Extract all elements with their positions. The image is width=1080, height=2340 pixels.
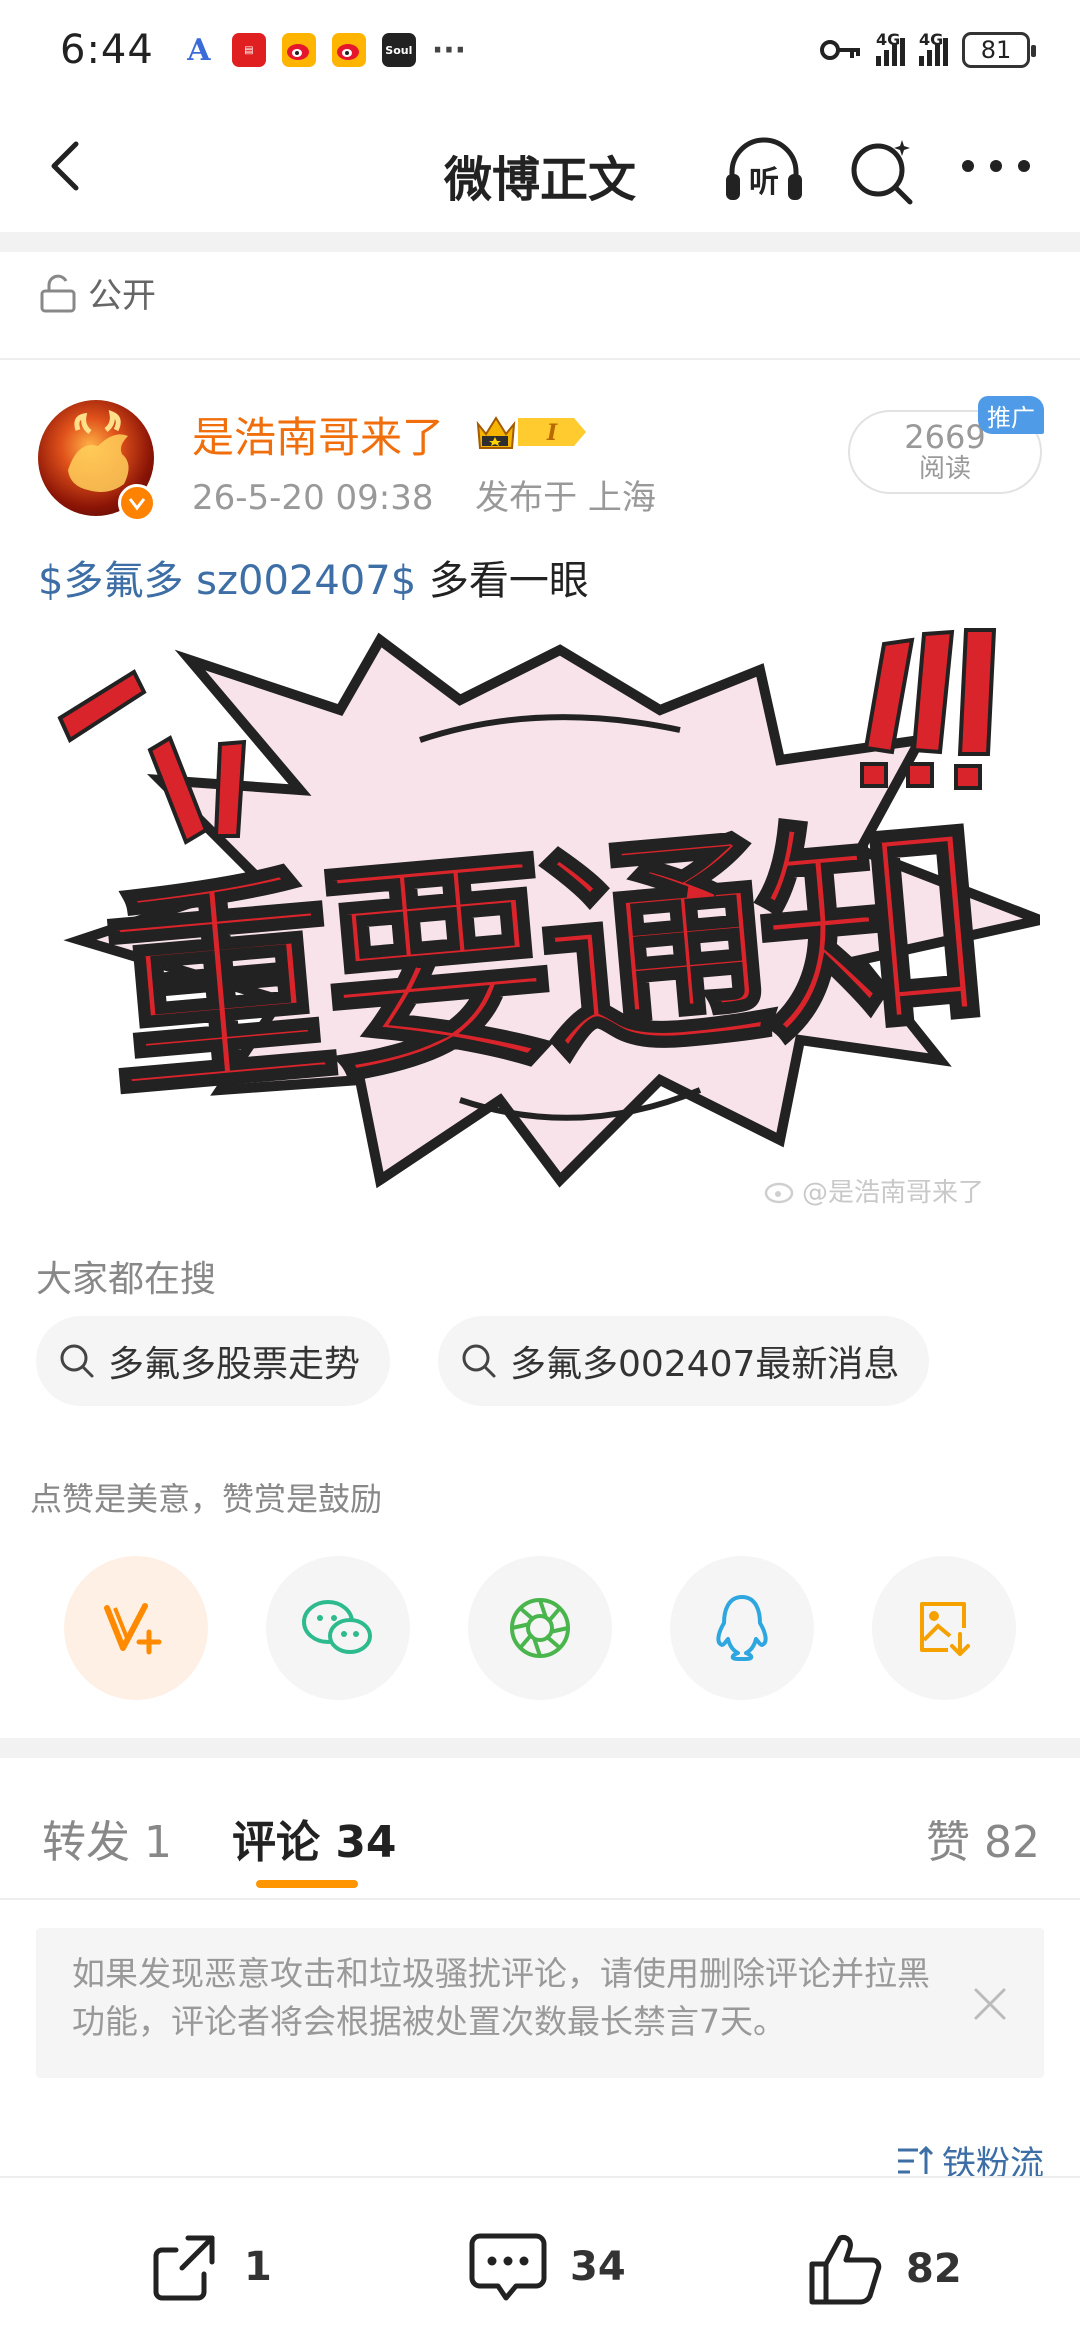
notification-icons: A ▤ Soul ··· bbox=[182, 32, 467, 68]
bottom-action-bar: 1 34 82 bbox=[0, 2176, 1080, 2340]
crown-level-badge-icon[interactable]: I bbox=[474, 410, 592, 454]
views-label: 阅读 bbox=[918, 454, 971, 484]
tab-repost[interactable]: 转发 1 bbox=[42, 1806, 172, 1870]
trending-chip-label: 多氟多002407最新消息 bbox=[510, 1344, 900, 1385]
reward-button[interactable] bbox=[64, 1556, 208, 1700]
unlock-icon bbox=[40, 274, 76, 312]
close-icon[interactable] bbox=[972, 1986, 1008, 2022]
listen-headphones-icon[interactable]: 听 bbox=[722, 134, 806, 206]
weibo-icon bbox=[281, 33, 316, 67]
post-image[interactable]: 重要通知 bbox=[40, 620, 1040, 1218]
visibility-indicator: 公开 bbox=[38, 268, 156, 317]
soul-app-icon: Soul bbox=[381, 33, 416, 67]
save-image-button[interactable] bbox=[872, 1556, 1016, 1700]
trending-chip[interactable]: 多氟多股票走势 bbox=[36, 1316, 391, 1406]
views-count: 2669 bbox=[904, 418, 986, 456]
more-dots-icon: ··· bbox=[431, 32, 467, 68]
news-app-icon: ▤ bbox=[231, 33, 266, 67]
status-right: 4G 4G 81 bbox=[820, 30, 1036, 68]
qq-share-button[interactable] bbox=[670, 1556, 814, 1700]
username[interactable]: 是浩南哥来了 bbox=[192, 404, 444, 465]
post-meta: 26-5-20 09:38 发布于 上海 bbox=[192, 470, 656, 519]
comment-button[interactable]: 34 bbox=[468, 2230, 626, 2304]
promo-tag[interactable]: 推广 bbox=[978, 396, 1044, 434]
post-location: 发布于 上海 bbox=[475, 478, 656, 518]
trending-chip-label: 多氟多股票走势 bbox=[108, 1344, 361, 1385]
moments-aperture-icon bbox=[510, 1598, 570, 1658]
comment-notice: 如果发现恶意攻击和垃圾骚扰评论，请使用删除评论并拉黑功能，评论者将会根据被处置次… bbox=[36, 1928, 1044, 2078]
share-arrow-icon bbox=[153, 2235, 215, 2301]
search-icon bbox=[60, 1344, 94, 1378]
svg-text:I: I bbox=[546, 420, 558, 446]
verified-badge-icon bbox=[118, 484, 156, 522]
like-count: 82 bbox=[906, 2246, 962, 2292]
moments-share-button[interactable] bbox=[468, 1556, 612, 1700]
repost-button[interactable]: 1 bbox=[148, 2230, 272, 2304]
listen-label: 听 bbox=[749, 165, 779, 200]
sort-icon bbox=[898, 2145, 934, 2174]
stock-tag-link[interactable]: $多氟多 sz002407$ bbox=[38, 558, 416, 604]
active-tab-indicator bbox=[256, 1880, 358, 1888]
save-image-icon bbox=[920, 1602, 970, 1656]
status-bar: 6:44 A ▤ Soul ··· 4G 4G 81 bbox=[0, 0, 1080, 100]
comment-tabs: 转发 1 评论 34 赞 82 bbox=[0, 1778, 1080, 1898]
nav-bar: 微博正文 听 bbox=[0, 100, 1080, 232]
visibility-label: 公开 bbox=[88, 276, 156, 316]
trending-title: 大家都在搜 bbox=[36, 1259, 217, 1300]
wechat-icon bbox=[302, 1600, 372, 1654]
post-timestamp: 26-5-20 09:38 bbox=[192, 478, 434, 518]
section-gap bbox=[0, 232, 1080, 252]
reward-hint: 点赞是美意，赞赏是鼓励 bbox=[30, 1480, 383, 1518]
qq-penguin-icon bbox=[716, 1595, 768, 1661]
wechat-share-button[interactable] bbox=[266, 1556, 410, 1700]
search-icon[interactable] bbox=[844, 134, 920, 210]
weibo-icon bbox=[331, 33, 366, 67]
signal-2-icon: 4G bbox=[919, 30, 948, 66]
comment-count: 34 bbox=[570, 2244, 626, 2290]
image-watermark: @是浩南哥来了 bbox=[764, 1172, 984, 1209]
signal-1-icon: 4G bbox=[876, 30, 905, 66]
post-body: 多看一眼 bbox=[428, 558, 589, 604]
status-time: 6:44 bbox=[60, 27, 154, 73]
key-icon bbox=[820, 40, 860, 60]
divider bbox=[0, 1898, 1080, 1900]
search-icon bbox=[462, 1344, 496, 1378]
repost-count: 1 bbox=[244, 2244, 272, 2290]
tab-comments[interactable]: 评论 34 bbox=[232, 1806, 397, 1870]
important-notice-image: 重要通知 bbox=[57, 628, 1040, 1189]
battery-indicator: 81 bbox=[962, 32, 1036, 68]
tab-likes[interactable]: 赞 82 bbox=[926, 1806, 1040, 1870]
back-arrow-icon[interactable] bbox=[40, 136, 100, 196]
weibo-watermark-icon bbox=[764, 1182, 794, 1203]
section-gap bbox=[0, 1738, 1080, 1758]
divider bbox=[0, 358, 1080, 360]
tooltip-arrow bbox=[118, 1526, 154, 1542]
a-icon: A bbox=[187, 32, 211, 68]
comment-bubble-icon bbox=[469, 2233, 547, 2301]
trending-chip[interactable]: 多氟多002407最新消息 bbox=[438, 1316, 930, 1406]
post-text: $多氟多 sz002407$ 多看一眼 bbox=[38, 548, 589, 606]
reward-v-plus-icon bbox=[104, 1603, 162, 1655]
more-options-icon[interactable] bbox=[954, 146, 1038, 186]
thumbs-up-icon bbox=[809, 2235, 882, 2305]
share-row bbox=[0, 1556, 1080, 1700]
like-button[interactable]: 82 bbox=[806, 2230, 962, 2308]
